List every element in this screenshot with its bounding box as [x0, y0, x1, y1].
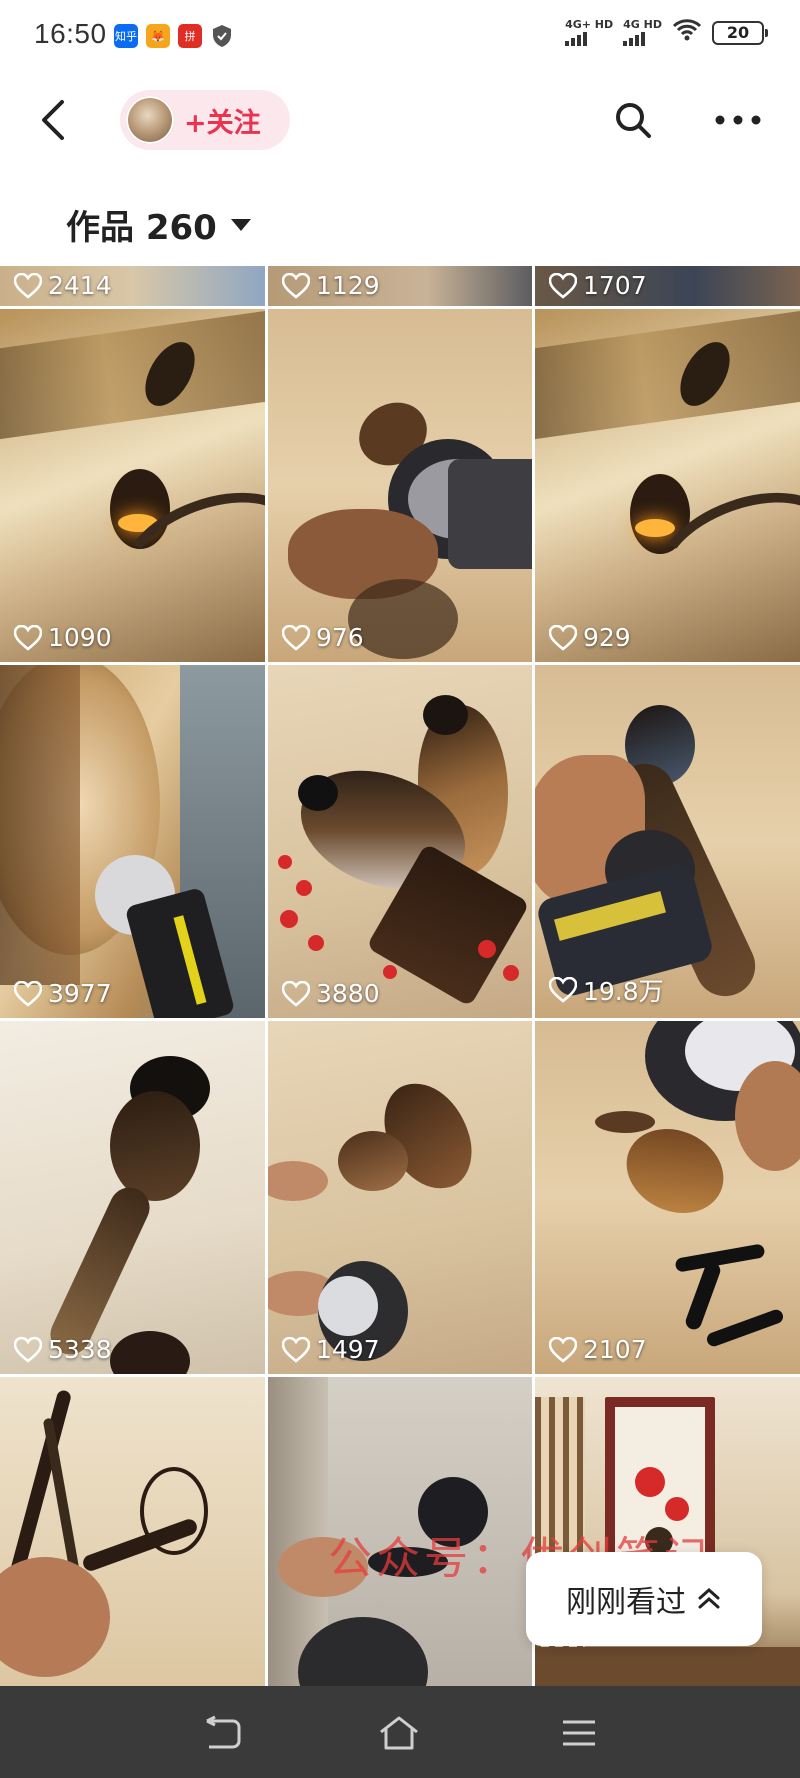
- works-filter[interactable]: 作品 260: [66, 200, 251, 249]
- chevron-left-icon: [42, 100, 64, 140]
- video-tile[interactable]: 1497: [268, 1021, 532, 1374]
- follow-button[interactable]: +关注: [120, 90, 290, 150]
- heart-icon: [282, 272, 310, 299]
- heart-icon: [549, 624, 577, 651]
- pinduoduo-icon: 拼: [178, 24, 202, 48]
- heart-icon: [549, 1336, 577, 1363]
- video-tile[interactable]: 3880: [268, 665, 532, 1018]
- video-tile[interactable]: 1707: [535, 266, 800, 306]
- status-bar: 16:50 知乎 🦊 拼 4G+ HD 4G HD 20: [0, 0, 800, 75]
- heart-icon: [14, 1336, 42, 1363]
- likes-count: 1707: [549, 271, 647, 300]
- double-chevron-up-icon: [698, 1587, 720, 1609]
- heart-icon: [14, 980, 42, 1007]
- signal-bars-icon: [623, 32, 646, 46]
- video-tile[interactable]: 2414: [0, 266, 265, 306]
- signal-1: 4G+ HD: [565, 19, 613, 46]
- search-button[interactable]: [608, 95, 658, 145]
- avatar[interactable]: [126, 96, 174, 144]
- home-icon: [380, 1716, 418, 1750]
- nav-home-button[interactable]: [374, 1708, 424, 1758]
- likes-count: 976: [282, 623, 364, 652]
- menu-icon: [563, 1720, 595, 1746]
- wifi-icon: [672, 18, 702, 47]
- likes-count: 1090: [14, 623, 112, 652]
- likes-count: 929: [549, 623, 631, 652]
- status-time: 16:50: [34, 18, 107, 49]
- status-right: 4G+ HD 4G HD 20: [565, 18, 768, 47]
- battery-icon: 20: [712, 20, 768, 45]
- works-count-label: 作品 260: [66, 208, 217, 248]
- back-button[interactable]: [30, 97, 76, 143]
- likes-count: 1129: [282, 271, 380, 300]
- fox-app-icon: 🦊: [146, 24, 170, 48]
- video-tile[interactable]: 19.8万: [535, 665, 800, 1018]
- zhihu-icon: 知乎: [114, 24, 138, 48]
- heart-icon: [14, 272, 42, 299]
- follow-label: +关注: [184, 107, 261, 139]
- likes-count: 3977: [14, 979, 112, 1008]
- likes-count: 3880: [282, 979, 380, 1008]
- heart-icon: [14, 624, 42, 651]
- video-tile[interactable]: 2107: [535, 1021, 800, 1374]
- caret-down-icon: [230, 218, 251, 231]
- heart-icon: [549, 272, 577, 299]
- nav-menu-button[interactable]: [554, 1708, 604, 1758]
- likes-count: 5338: [14, 1335, 112, 1364]
- shield-icon: [210, 24, 234, 48]
- video-tile[interactable]: 1090: [0, 309, 265, 662]
- search-icon: [616, 103, 651, 138]
- video-grid: 2414 1129 1707 1090 976 929 3977 3880 19…: [0, 266, 800, 1686]
- more-button[interactable]: [710, 95, 766, 145]
- top-bar: +关注: [0, 75, 800, 165]
- likes-count: 2414: [14, 271, 112, 300]
- likes-count: 19.8万: [549, 972, 664, 1008]
- video-tile[interactable]: 3977: [0, 665, 265, 1018]
- heart-icon: [282, 1336, 310, 1363]
- back-arrow-icon: [206, 1715, 241, 1749]
- likes-count: 1497: [282, 1335, 380, 1364]
- heart-icon: [282, 980, 310, 1007]
- status-app-icons: 知乎 🦊 拼: [114, 24, 234, 48]
- recently-viewed-label: 刚刚看过: [566, 1585, 686, 1620]
- heart-icon: [282, 624, 310, 651]
- recently-viewed-button[interactable]: 刚刚看过: [526, 1552, 762, 1646]
- video-tile[interactable]: 929: [535, 309, 800, 662]
- signal-bars-icon: [565, 32, 588, 46]
- video-tile[interactable]: [0, 1377, 265, 1686]
- system-nav-bar: [0, 1686, 800, 1778]
- nav-back-button[interactable]: [198, 1708, 248, 1758]
- signal-2: 4G HD: [623, 19, 662, 46]
- video-tile[interactable]: 976: [268, 309, 532, 662]
- video-tile[interactable]: 1129: [268, 266, 532, 306]
- more-dots-icon: [715, 115, 761, 125]
- video-tile[interactable]: 5338: [0, 1021, 265, 1374]
- likes-count: 2107: [549, 1335, 647, 1364]
- heart-icon: [549, 977, 577, 1003]
